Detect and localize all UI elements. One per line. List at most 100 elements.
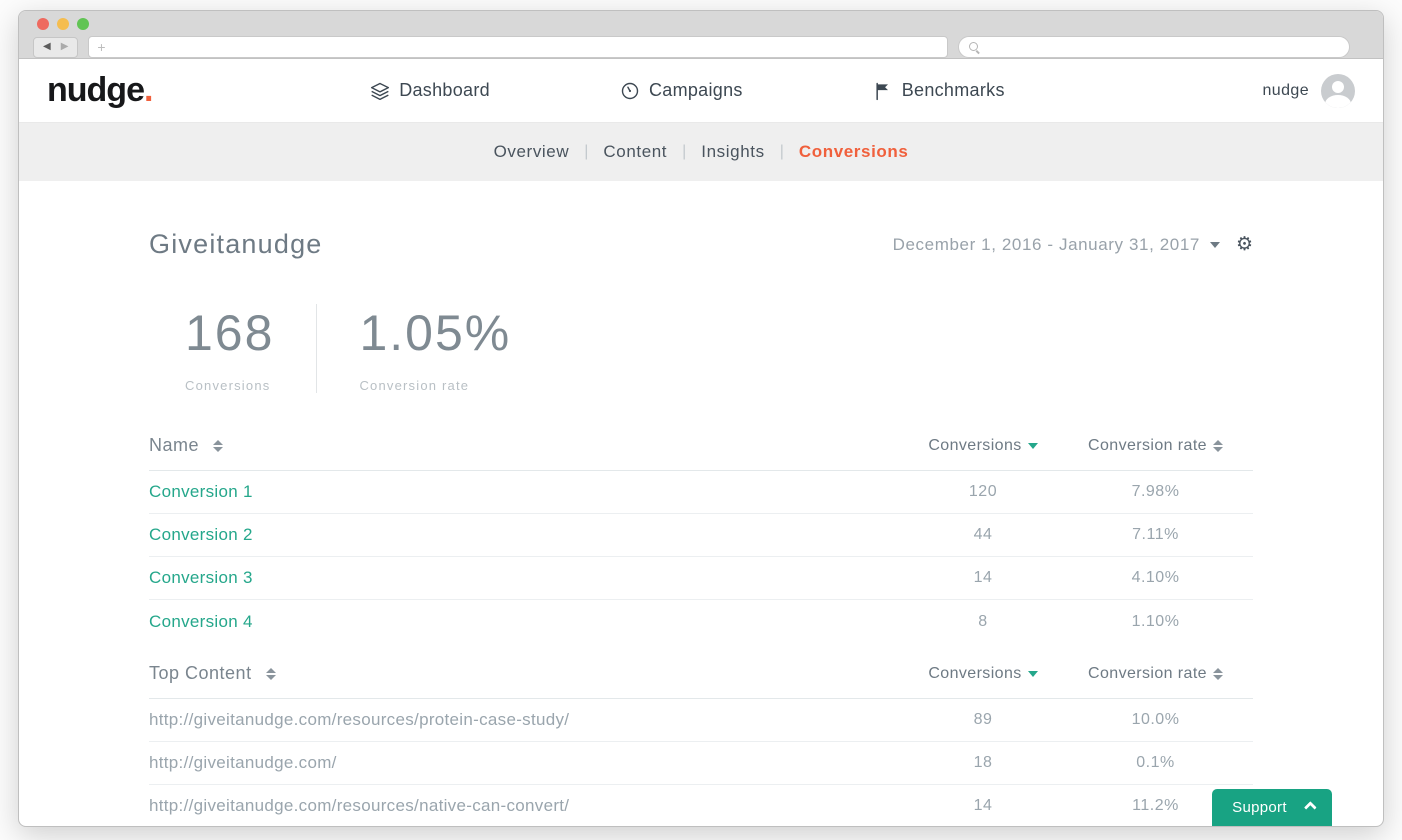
sort-icon [1213,668,1223,680]
search-icon [968,41,981,54]
conversions-table-header: Name Conversions Conversion rate [149,435,1253,471]
content-url: http://giveitanudge.com/resources/protei… [149,710,569,730]
rate-value: 7.98% [1058,483,1253,501]
page-title: Giveitanudge [149,229,323,260]
stat-label: Conversion rate [359,378,511,393]
sort-desc-icon [1028,671,1038,677]
stat-conversion-rate: 1.05% Conversion rate [316,304,553,393]
conversions-value: 18 [908,754,1058,772]
conversion-link[interactable]: Conversion 1 [149,482,253,502]
stat-conversions: 168 Conversions [185,304,316,393]
header-label: Conversion rate [1088,665,1207,683]
browser-window: ◀ ▶ + nudge. Dashboard [18,10,1384,827]
column-header-conversions[interactable]: Conversions [908,437,1058,455]
chevron-down-icon [1210,242,1220,248]
nav-label-campaigns: Campaigns [649,80,743,101]
rate-value: 10.0% [1058,711,1253,729]
table-row: Conversion 2 44 7.11% [149,514,1253,557]
app-navbar: nudge. Dashboard [19,59,1383,123]
conversions-value: 14 [908,569,1058,587]
history-buttons: ◀ ▶ [33,37,78,58]
favicon-placeholder: + [97,40,105,54]
sort-icon [266,668,276,680]
main-navigation: Dashboard Campaigns [112,80,1262,101]
support-button[interactable]: Support [1212,789,1332,826]
conversions-value: 14 [908,797,1058,815]
rate-value: 7.11% [1058,526,1253,544]
rate-value: 1.10% [1058,613,1253,631]
header-label: Conversions [928,437,1021,455]
browser-toolbar: ◀ ▶ + [19,35,1383,59]
conversion-link[interactable]: Conversion 2 [149,525,253,545]
table-row: Conversion 4 8 1.10% [149,600,1253,643]
minimize-window-button[interactable] [57,18,69,30]
user-menu[interactable]: nudge [1263,74,1356,108]
tab-separator: | [780,143,784,161]
stat-label: Conversions [185,378,274,393]
nav-item-dashboard[interactable]: Dashboard [370,80,490,101]
top-content-table: Top Content Conversions Conversion rate … [149,663,1253,827]
nav-item-benchmarks[interactable]: Benchmarks [873,80,1005,101]
flag-icon [873,81,893,101]
conversion-link[interactable]: Conversion 4 [149,612,253,632]
summary-stats: 168 Conversions 1.05% Conversion rate [185,304,1253,393]
date-range-text: December 1, 2016 - January 31, 2017 [893,235,1200,255]
avatar [1321,74,1355,108]
url-bar[interactable]: + [88,36,948,58]
layers-icon [370,81,390,101]
header-label: Conversion rate [1088,437,1207,455]
column-header-name[interactable]: Name [149,435,908,456]
conversions-value: 120 [908,483,1058,501]
content-url: http://giveitanudge.com/ [149,753,337,773]
top-content-table-header: Top Content Conversions Conversion rate [149,663,1253,699]
table-row: http://giveitanudge.com/resources/protei… [149,699,1253,742]
nav-label-dashboard: Dashboard [399,80,490,101]
table-row: Conversion 3 14 4.10% [149,557,1253,600]
column-header-rate[interactable]: Conversion rate [1058,437,1253,455]
gear-icon[interactable]: ⚙ [1236,235,1253,254]
table-row: http://giveitanudge.com/resources/native… [149,785,1253,827]
nav-label-benchmarks: Benchmarks [902,80,1005,101]
tab-separator: | [682,143,686,161]
column-header-conversions[interactable]: Conversions [908,665,1058,683]
rate-value: 0.1% [1058,754,1253,772]
conversions-value: 89 [908,711,1058,729]
header-label: Name [149,435,199,456]
close-window-button[interactable] [37,18,49,30]
sort-icon [213,440,223,452]
user-name: nudge [1263,82,1310,100]
tab-insights[interactable]: Insights [701,142,764,162]
report-subnav: Overview | Content | Insights | Conversi… [19,123,1383,181]
stat-value: 168 [185,304,274,362]
table-row: http://giveitanudge.com/ 18 0.1% [149,742,1253,785]
stat-value: 1.05% [359,304,511,362]
nav-item-campaigns[interactable]: Campaigns [620,80,743,101]
forward-button[interactable]: ▶ [61,42,69,52]
tab-conversions[interactable]: Conversions [799,142,909,162]
conversion-link[interactable]: Conversion 3 [149,568,253,588]
back-button[interactable]: ◀ [43,42,51,52]
column-header-rate[interactable]: Conversion rate [1058,665,1253,683]
maximize-window-button[interactable] [77,18,89,30]
content-url: http://giveitanudge.com/resources/native… [149,796,569,816]
date-range-picker[interactable]: December 1, 2016 - January 31, 2017 ⚙ [893,235,1253,255]
tab-content[interactable]: Content [603,142,667,162]
tab-separator: | [584,143,588,161]
traffic-lights [37,18,89,30]
conversions-value: 8 [908,613,1058,631]
sort-desc-icon [1028,443,1038,449]
support-label: Support [1232,799,1287,816]
header-label: Top Content [149,663,252,684]
table-row: Conversion 1 120 7.98% [149,471,1253,514]
header-label: Conversions [928,665,1021,683]
tab-overview[interactable]: Overview [494,142,570,162]
conversions-table: Name Conversions Conversion rate Convers… [149,435,1253,643]
browser-chrome: ◀ ▶ + [19,11,1383,59]
rate-value: 4.10% [1058,569,1253,587]
column-header-top-content[interactable]: Top Content [149,663,908,684]
chevron-up-icon [1304,801,1317,814]
main-content: Giveitanudge December 1, 2016 - January … [19,181,1383,827]
browser-search-field[interactable] [958,36,1350,58]
page-header: Giveitanudge December 1, 2016 - January … [149,229,1253,260]
sort-icon [1213,440,1223,452]
